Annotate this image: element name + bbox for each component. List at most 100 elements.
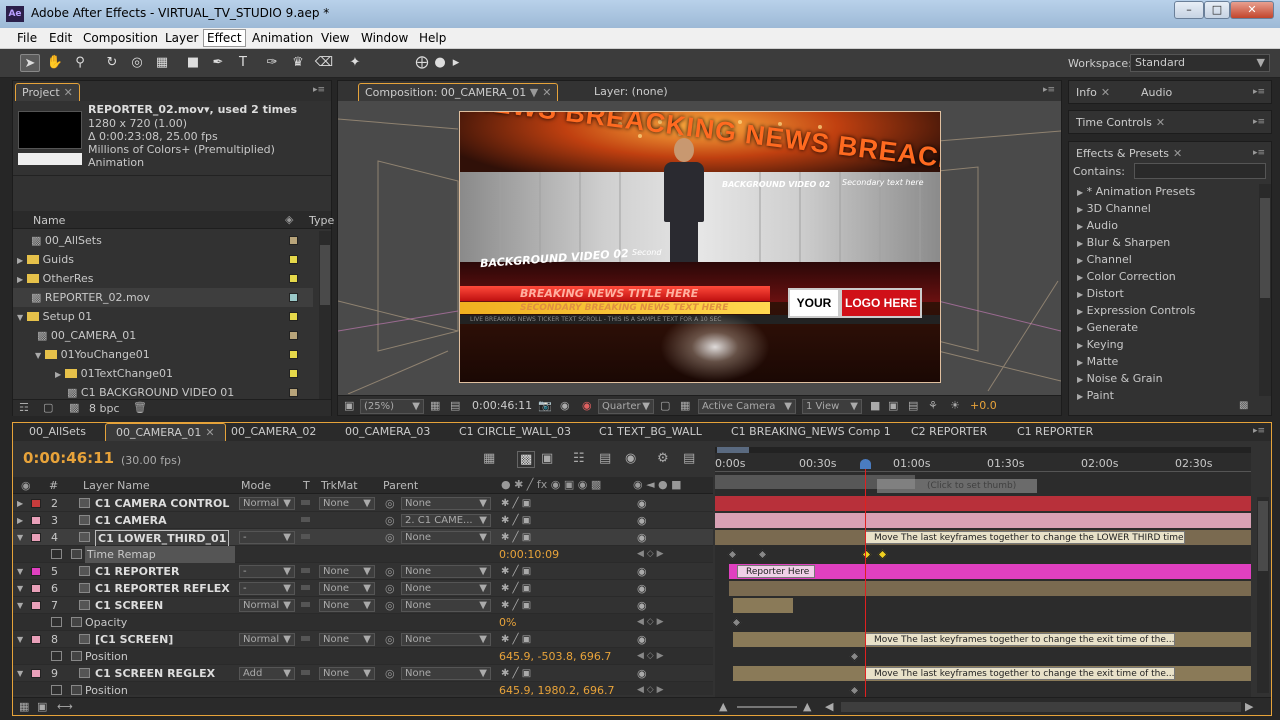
- stopwatch-icon[interactable]: [51, 651, 62, 661]
- expand-arrow-icon[interactable]: ▼: [17, 563, 23, 580]
- layer-row[interactable]: ▼ 5 C1 REPORTER - ▼ None ▼ ◎ None ▼ ✱ ╱ ▣ ◉: [13, 563, 713, 580]
- collapse-arrow-icon[interactable]: ▼: [35, 351, 41, 360]
- new-comp-icon[interactable]: ▩: [69, 401, 79, 414]
- effects-category[interactable]: ▶ Generate: [1077, 319, 1138, 336]
- expand-arrow-icon[interactable]: ▶: [17, 512, 23, 529]
- composition-canvas[interactable]: NEWS BREACKING NEWS BREACKI BACKGROUND V…: [459, 111, 941, 383]
- expand-arrow-icon[interactable]: ▼: [17, 529, 23, 546]
- property-row[interactable]: Position 645.9, -503.8, 696.7 ◀ ◇ ▶: [13, 648, 713, 665]
- bit-depth-button[interactable]: 8 bpc: [89, 402, 120, 415]
- keyframe[interactable]: [731, 617, 742, 628]
- label-column-icon[interactable]: ◈: [285, 213, 293, 226]
- label-color-swatch[interactable]: [31, 635, 41, 644]
- eye-icon[interactable]: ◉: [637, 631, 647, 648]
- type-tool-icon[interactable]: T: [233, 54, 253, 72]
- layer-name[interactable]: C1 LOWER_THIRD_01: [95, 530, 230, 547]
- playhead-handle[interactable]: [860, 459, 871, 469]
- menu-edit[interactable]: Edit: [46, 31, 75, 45]
- layer-duration-bar[interactable]: [715, 496, 1251, 511]
- close-icon[interactable]: ✕: [1173, 147, 1182, 160]
- tab-info[interactable]: Info ✕: [1073, 84, 1113, 102]
- blend-mode-dropdown[interactable]: Normal ▼: [239, 497, 295, 510]
- clone-stamp-tool-icon[interactable]: ♛: [288, 54, 308, 72]
- close-icon[interactable]: ✕: [64, 86, 73, 99]
- preserve-transparency-toggle[interactable]: [301, 602, 310, 607]
- zoom-out-icon[interactable]: ▲: [719, 700, 727, 713]
- label-color-swatch[interactable]: [31, 669, 41, 678]
- puppet-pin-tool-icon[interactable]: ✦: [345, 54, 365, 72]
- resolution-dropdown[interactable]: Quarter ▼: [598, 399, 654, 414]
- expand-arrow-icon[interactable]: ▶: [1077, 205, 1083, 214]
- pick-whip-icon[interactable]: ◎: [385, 597, 395, 614]
- layer-switches-icons[interactable]: ✱ ╱ ▣: [501, 580, 531, 597]
- parent-dropdown[interactable]: None ▼: [401, 497, 491, 510]
- effects-category[interactable]: ▶ 3D Channel: [1077, 200, 1151, 217]
- selection-tool-icon[interactable]: ➤: [20, 54, 40, 72]
- hide-shy-layers-icon[interactable]: ☷: [573, 451, 585, 466]
- project-item[interactable]: ▼ 01YouChange01: [35, 345, 312, 364]
- exposure-icon[interactable]: ☀: [950, 399, 960, 412]
- expand-arrow-icon[interactable]: ▶: [1077, 256, 1083, 265]
- column-name[interactable]: Name: [33, 214, 65, 227]
- track-matte-dropdown[interactable]: None ▼: [319, 582, 375, 595]
- close-window-button[interactable]: ✕: [1230, 1, 1274, 19]
- tab-effects-presets[interactable]: Effects & Presets ✕: [1073, 145, 1185, 163]
- eye-icon[interactable]: ◉: [637, 580, 647, 597]
- effects-search-input[interactable]: [1134, 163, 1266, 179]
- preserve-transparency-toggle[interactable]: [301, 534, 310, 539]
- pen-tool-icon[interactable]: ✒: [208, 54, 228, 72]
- safe-margins-icon[interactable]: ▦: [430, 399, 440, 412]
- keyframe[interactable]: [757, 549, 768, 560]
- layer-marker-comment[interactable]: Reporter Here: [737, 565, 815, 578]
- track-matte-dropdown[interactable]: None ▼: [319, 599, 375, 612]
- parent-dropdown[interactable]: None ▼: [401, 565, 491, 578]
- menu-animation[interactable]: Animation: [249, 31, 316, 45]
- layer-name[interactable]: C1 REPORTER REFLEX: [95, 580, 230, 597]
- layer-switches-icons[interactable]: ✱ ╱ ▣: [501, 665, 531, 682]
- expand-arrow-icon[interactable]: ▶: [1077, 307, 1083, 316]
- eraser-tool-icon[interactable]: ⌫: [314, 54, 334, 72]
- graph-toggle-icon[interactable]: [71, 617, 82, 627]
- tab-comp-active[interactable]: 00_CAMERA_01 ✕: [105, 423, 226, 441]
- scroll-left-icon[interactable]: ◀: [825, 700, 833, 713]
- brainstorm-icon[interactable]: ⚙: [657, 451, 669, 466]
- layer-name[interactable]: C1 SCREEN: [95, 597, 163, 614]
- tab-comp[interactable]: 00_CAMERA_02: [221, 423, 326, 441]
- project-item[interactable]: ▩ 00_AllSets: [17, 231, 312, 250]
- local-axis-mode-icon[interactable]: ⨁: [412, 54, 432, 72]
- column-type[interactable]: Type: [309, 214, 334, 227]
- tab-comp[interactable]: 00_AllSets: [19, 423, 96, 441]
- view-layout-dropdown[interactable]: 1 View ▼: [802, 399, 862, 414]
- layer-row[interactable]: ▼ 4 C1 LOWER_THIRD_01- ▼ ◎ None ▼ ✱ ╱ ▣ ◉: [13, 529, 713, 547]
- time-navigator[interactable]: [717, 447, 749, 453]
- channel-icon[interactable]: ◉: [582, 399, 592, 412]
- pick-whip-icon[interactable]: ◎: [385, 529, 395, 546]
- snapshot-icon[interactable]: 📷: [538, 399, 552, 412]
- panel-menu-icon[interactable]: ▸≡: [1043, 85, 1055, 95]
- tab-composition[interactable]: Composition: 00_CAMERA_01 ▼ ✕: [358, 83, 559, 101]
- region-of-interest-icon[interactable]: ▢: [660, 399, 670, 412]
- project-item[interactable]: ▼ Setup 01: [17, 307, 312, 326]
- layer-marker-comment[interactable]: Move The last keyframes together to chan…: [865, 531, 1185, 544]
- tab-comp[interactable]: C1 REPORTER: [1007, 423, 1103, 441]
- layer-duration-bar[interactable]: [729, 581, 1251, 596]
- graph-toggle-icon[interactable]: [71, 549, 82, 559]
- transparency-grid-icon[interactable]: ▦: [680, 399, 690, 412]
- tab-project[interactable]: Project ✕: [15, 83, 80, 101]
- eye-icon[interactable]: ◉: [637, 495, 647, 512]
- keyframe-navigator-icons[interactable]: ◀ ◇ ▶: [637, 648, 664, 665]
- close-icon[interactable]: ✕: [205, 426, 214, 439]
- motion-blur-icon[interactable]: ◉: [625, 451, 636, 466]
- project-item-selected[interactable]: ▩ REPORTER_02.mov: [13, 288, 313, 307]
- track-matte-dropdown[interactable]: None ▼: [319, 667, 375, 680]
- tab-comp[interactable]: C1 BREAKING_NEWS Comp 1: [721, 423, 901, 441]
- project-item[interactable]: ▶ OtherRes: [17, 269, 312, 288]
- property-value[interactable]: 0%: [499, 614, 516, 631]
- expand-arrow-icon[interactable]: ▶: [1077, 290, 1083, 299]
- flowchart-icon[interactable]: ⚘: [928, 399, 938, 412]
- scroll-right-icon[interactable]: ▶: [1245, 700, 1253, 713]
- layer-switches-icons[interactable]: ✱ ╱ ▣: [501, 597, 531, 614]
- eye-icon[interactable]: ◉: [637, 563, 647, 580]
- column-trkmat[interactable]: TrkMat: [321, 479, 358, 492]
- expand-arrow-icon[interactable]: ▶: [17, 495, 23, 512]
